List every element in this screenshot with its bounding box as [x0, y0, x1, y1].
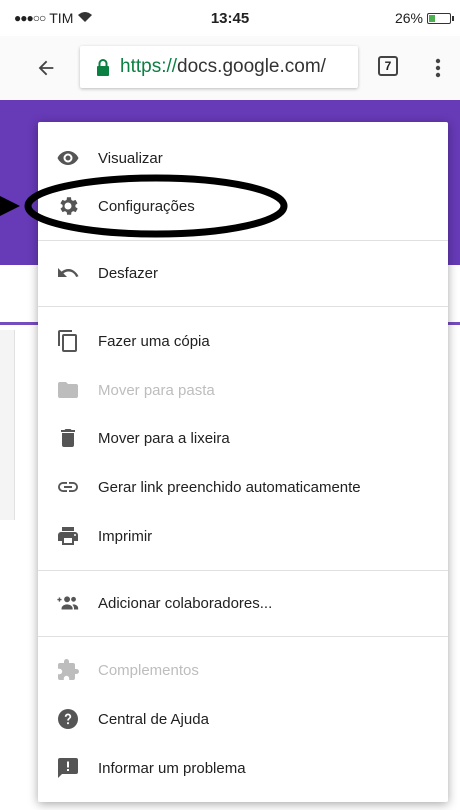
annotation-overlay — [0, 174, 288, 238]
annotation-arrow — [0, 196, 20, 216]
highlight-ellipse — [24, 174, 288, 238]
